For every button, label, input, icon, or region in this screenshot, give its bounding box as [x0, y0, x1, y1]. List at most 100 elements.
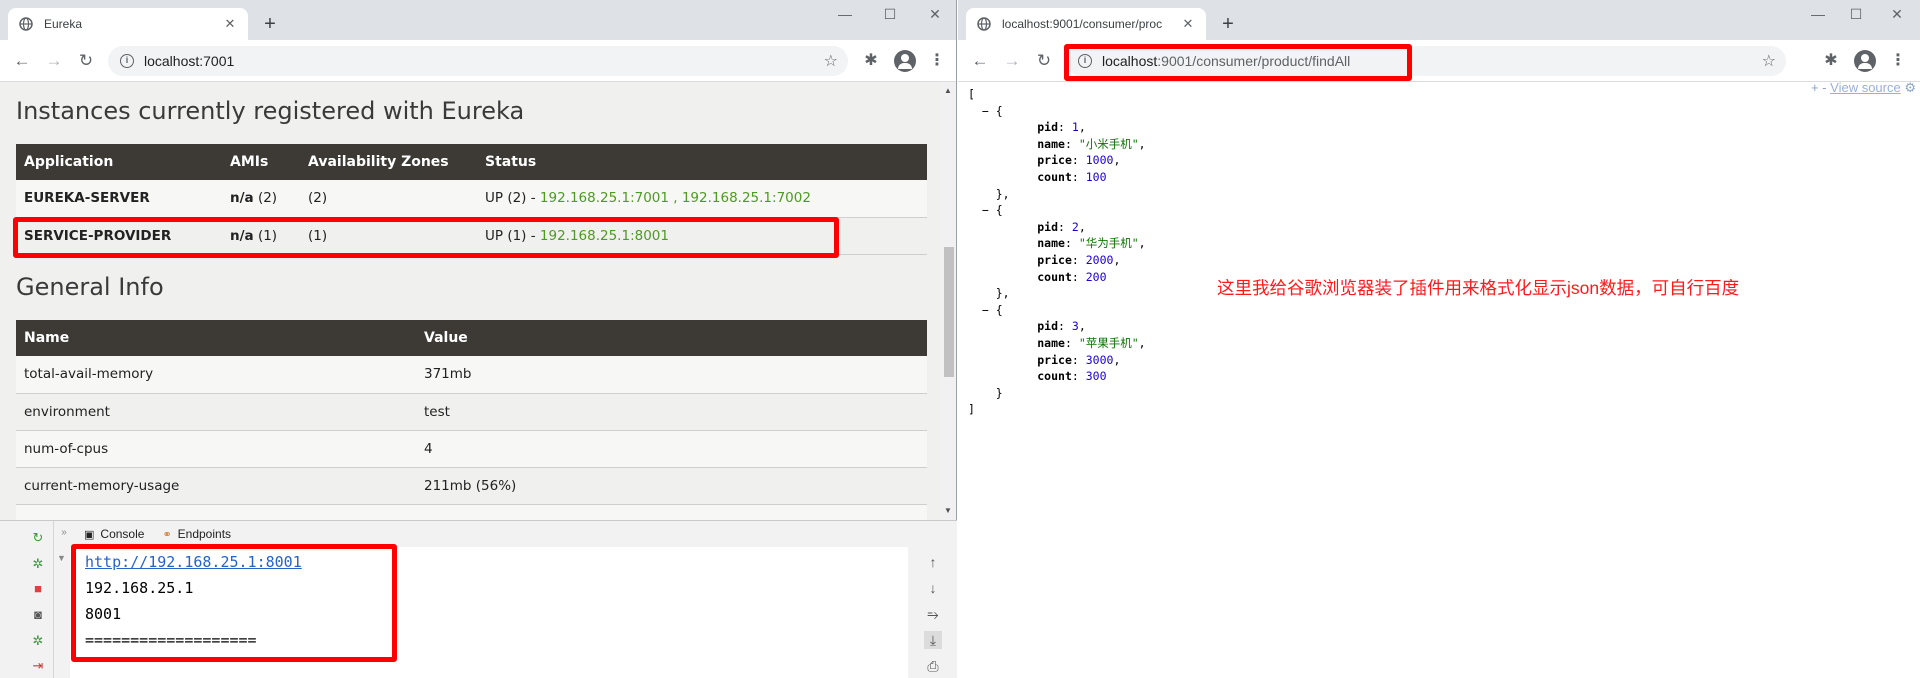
tab-console-label: Console	[100, 527, 145, 541]
camera-icon[interactable]: ◙	[30, 607, 46, 623]
maximize-icon[interactable]: ☐	[1836, 0, 1876, 30]
json-line: count: 200	[1037, 269, 1107, 284]
json-name: "小米手机"	[1078, 136, 1139, 151]
scroll-up-icon[interactable]: ↑	[924, 553, 942, 571]
rerun-icon[interactable]: ↻	[30, 530, 46, 546]
json-count: 100	[1085, 169, 1107, 184]
json-pid: 1	[1071, 120, 1079, 135]
json-line[interactable]: − {	[968, 302, 1146, 319]
forward-icon[interactable]: →	[42, 49, 66, 73]
status-cell: UP (2) - 192.168.25.1:7001 , 192.168.25.…	[477, 180, 927, 218]
scrollbar-thumb[interactable]	[944, 247, 954, 377]
ide-right-toolbar: ↑ ↓ ⥱ ⤓ ⎙	[908, 547, 957, 678]
col-name: Name	[16, 320, 416, 356]
json-line: pid: 1,	[1037, 120, 1086, 135]
soft-wrap-icon[interactable]: ⥱	[924, 605, 942, 623]
close-window-icon[interactable]: ✕	[1877, 0, 1917, 30]
maximize-icon[interactable]: ☐	[870, 0, 910, 30]
extensions-icon[interactable]: ✱	[860, 50, 882, 72]
table-row: total-avail-memory 371mb	[16, 356, 927, 394]
tab-endpoints-label: Endpoints	[177, 527, 232, 541]
tab-title: localhost:9001/consumer/proc	[1002, 17, 1163, 31]
status-prefix: UP (2) -	[485, 190, 540, 207]
amis-value: n/a	[230, 190, 254, 207]
close-tab-icon[interactable]: ✕	[1180, 16, 1196, 32]
eureka-page: Instances currently registered with Eure…	[0, 82, 942, 520]
json-name: "苹果手机"	[1078, 335, 1139, 350]
left-toolbar: ← → ↻ i localhost:7001 ☆ ✱ ⋮	[0, 40, 956, 82]
scroll-down-arrow-icon[interactable]: ▼	[944, 506, 952, 515]
back-icon[interactable]: ←	[10, 49, 34, 73]
json-close-bracket: ]	[968, 402, 975, 417]
json-line: }	[968, 385, 1003, 400]
json-line: name: "苹果手机",	[1037, 335, 1146, 350]
right-tabstrip: localhost:9001/consumer/proc ✕ + — ☐ ✕	[958, 0, 1920, 40]
page-scrollbar[interactable]: ▲ ▼	[941, 82, 956, 520]
scroll-up-arrow-icon[interactable]: ▲	[944, 86, 952, 95]
highlight-console-output	[71, 544, 397, 662]
profile-avatar-icon[interactable]	[894, 50, 916, 72]
reload-icon[interactable]: ↻	[1032, 49, 1056, 73]
annotation-note: 这里我给谷歌浏览器装了插件用来格式化显示json数据，可自行百度	[1217, 278, 1740, 298]
json-line: price: 2000,	[1037, 252, 1121, 267]
bookmark-star-icon[interactable]: ☆	[1762, 51, 1776, 71]
scroll-down-icon[interactable]: ↓	[924, 579, 942, 597]
close-tab-icon[interactable]: ✕	[222, 16, 238, 32]
json-pid: 2	[1071, 219, 1079, 234]
fold-arrow-icon[interactable]: ▼	[57, 553, 66, 563]
json-line: pid: 2,	[1037, 219, 1086, 234]
consumer-browser-window: localhost:9001/consumer/proc ✕ + — ☐ ✕ ←…	[958, 0, 1920, 678]
highlight-address-bar	[1064, 44, 1412, 81]
gear-icon[interactable]: ⚙	[1904, 80, 1916, 95]
threads-icon[interactable]: ✲	[30, 633, 46, 649]
new-tab-button[interactable]: +	[259, 13, 281, 35]
console-icon: ▣	[84, 528, 95, 541]
col-value: Value	[416, 320, 927, 356]
tab-consumer[interactable]: localhost:9001/consumer/proc ✕	[966, 8, 1206, 40]
close-window-icon[interactable]: ✕	[915, 0, 955, 30]
console-gutter: ▼	[54, 547, 70, 678]
json-line[interactable]: − {	[968, 202, 1146, 219]
json-price: 3000	[1085, 352, 1114, 367]
tab-eureka[interactable]: Eureka ✕	[8, 8, 248, 40]
info-name: num-of-cpus	[16, 430, 416, 468]
json-count: 300	[1085, 369, 1107, 384]
tab-endpoints[interactable]: ⚭ Endpoints	[162, 527, 231, 541]
json-line[interactable]: − {	[968, 103, 1146, 120]
col-application: Application	[16, 144, 222, 180]
globe-icon	[976, 16, 992, 32]
reload-icon[interactable]: ↻	[74, 49, 98, 73]
view-source-link[interactable]: View source	[1830, 80, 1901, 95]
collapse-expand-controls[interactable]: + -	[1811, 80, 1827, 95]
profile-avatar-icon[interactable]	[1854, 50, 1876, 72]
forward-icon[interactable]: →	[1000, 49, 1024, 73]
minimize-icon[interactable]: —	[825, 0, 865, 30]
stop-icon[interactable]: ■	[30, 581, 46, 597]
tab-console[interactable]: ▣ Console	[84, 527, 144, 541]
json-pid: 3	[1071, 319, 1079, 334]
instances-header-row: Application AMIs Availability Zones Stat…	[16, 144, 927, 180]
address-bar[interactable]: i localhost:7001 ☆	[108, 46, 848, 76]
minimize-icon[interactable]: —	[1798, 0, 1838, 30]
json-line: pid: 3,	[1037, 319, 1086, 334]
json-line: count: 100	[1037, 169, 1107, 184]
extensions-icon[interactable]: ✱	[1820, 50, 1842, 72]
print-icon[interactable]: ⎙	[924, 657, 942, 675]
general-header-row: Name Value	[16, 320, 927, 356]
exit-icon[interactable]: ⇥	[30, 658, 46, 674]
instances-title: Instances currently registered with Eure…	[16, 97, 525, 125]
debug-icon[interactable]: ✲	[30, 556, 46, 572]
json-line: },	[968, 186, 1010, 201]
json-line: price: 1000,	[1037, 153, 1121, 168]
info-value: test	[416, 393, 927, 431]
back-icon[interactable]: ←	[968, 49, 992, 73]
status-links[interactable]: 192.168.25.1:7001 , 192.168.25.1:7002	[540, 190, 811, 206]
menu-icon[interactable]: ⋮	[929, 50, 945, 72]
new-tab-button[interactable]: +	[1217, 13, 1239, 35]
highlight-service-provider	[13, 217, 839, 258]
table-row: num-of-cpus 4	[16, 430, 927, 468]
menu-icon[interactable]: ⋮	[1890, 50, 1906, 72]
bookmark-star-icon[interactable]: ☆	[824, 51, 838, 71]
info-icon[interactable]: i	[120, 54, 134, 68]
scroll-to-end-icon[interactable]: ⤓	[924, 631, 942, 649]
